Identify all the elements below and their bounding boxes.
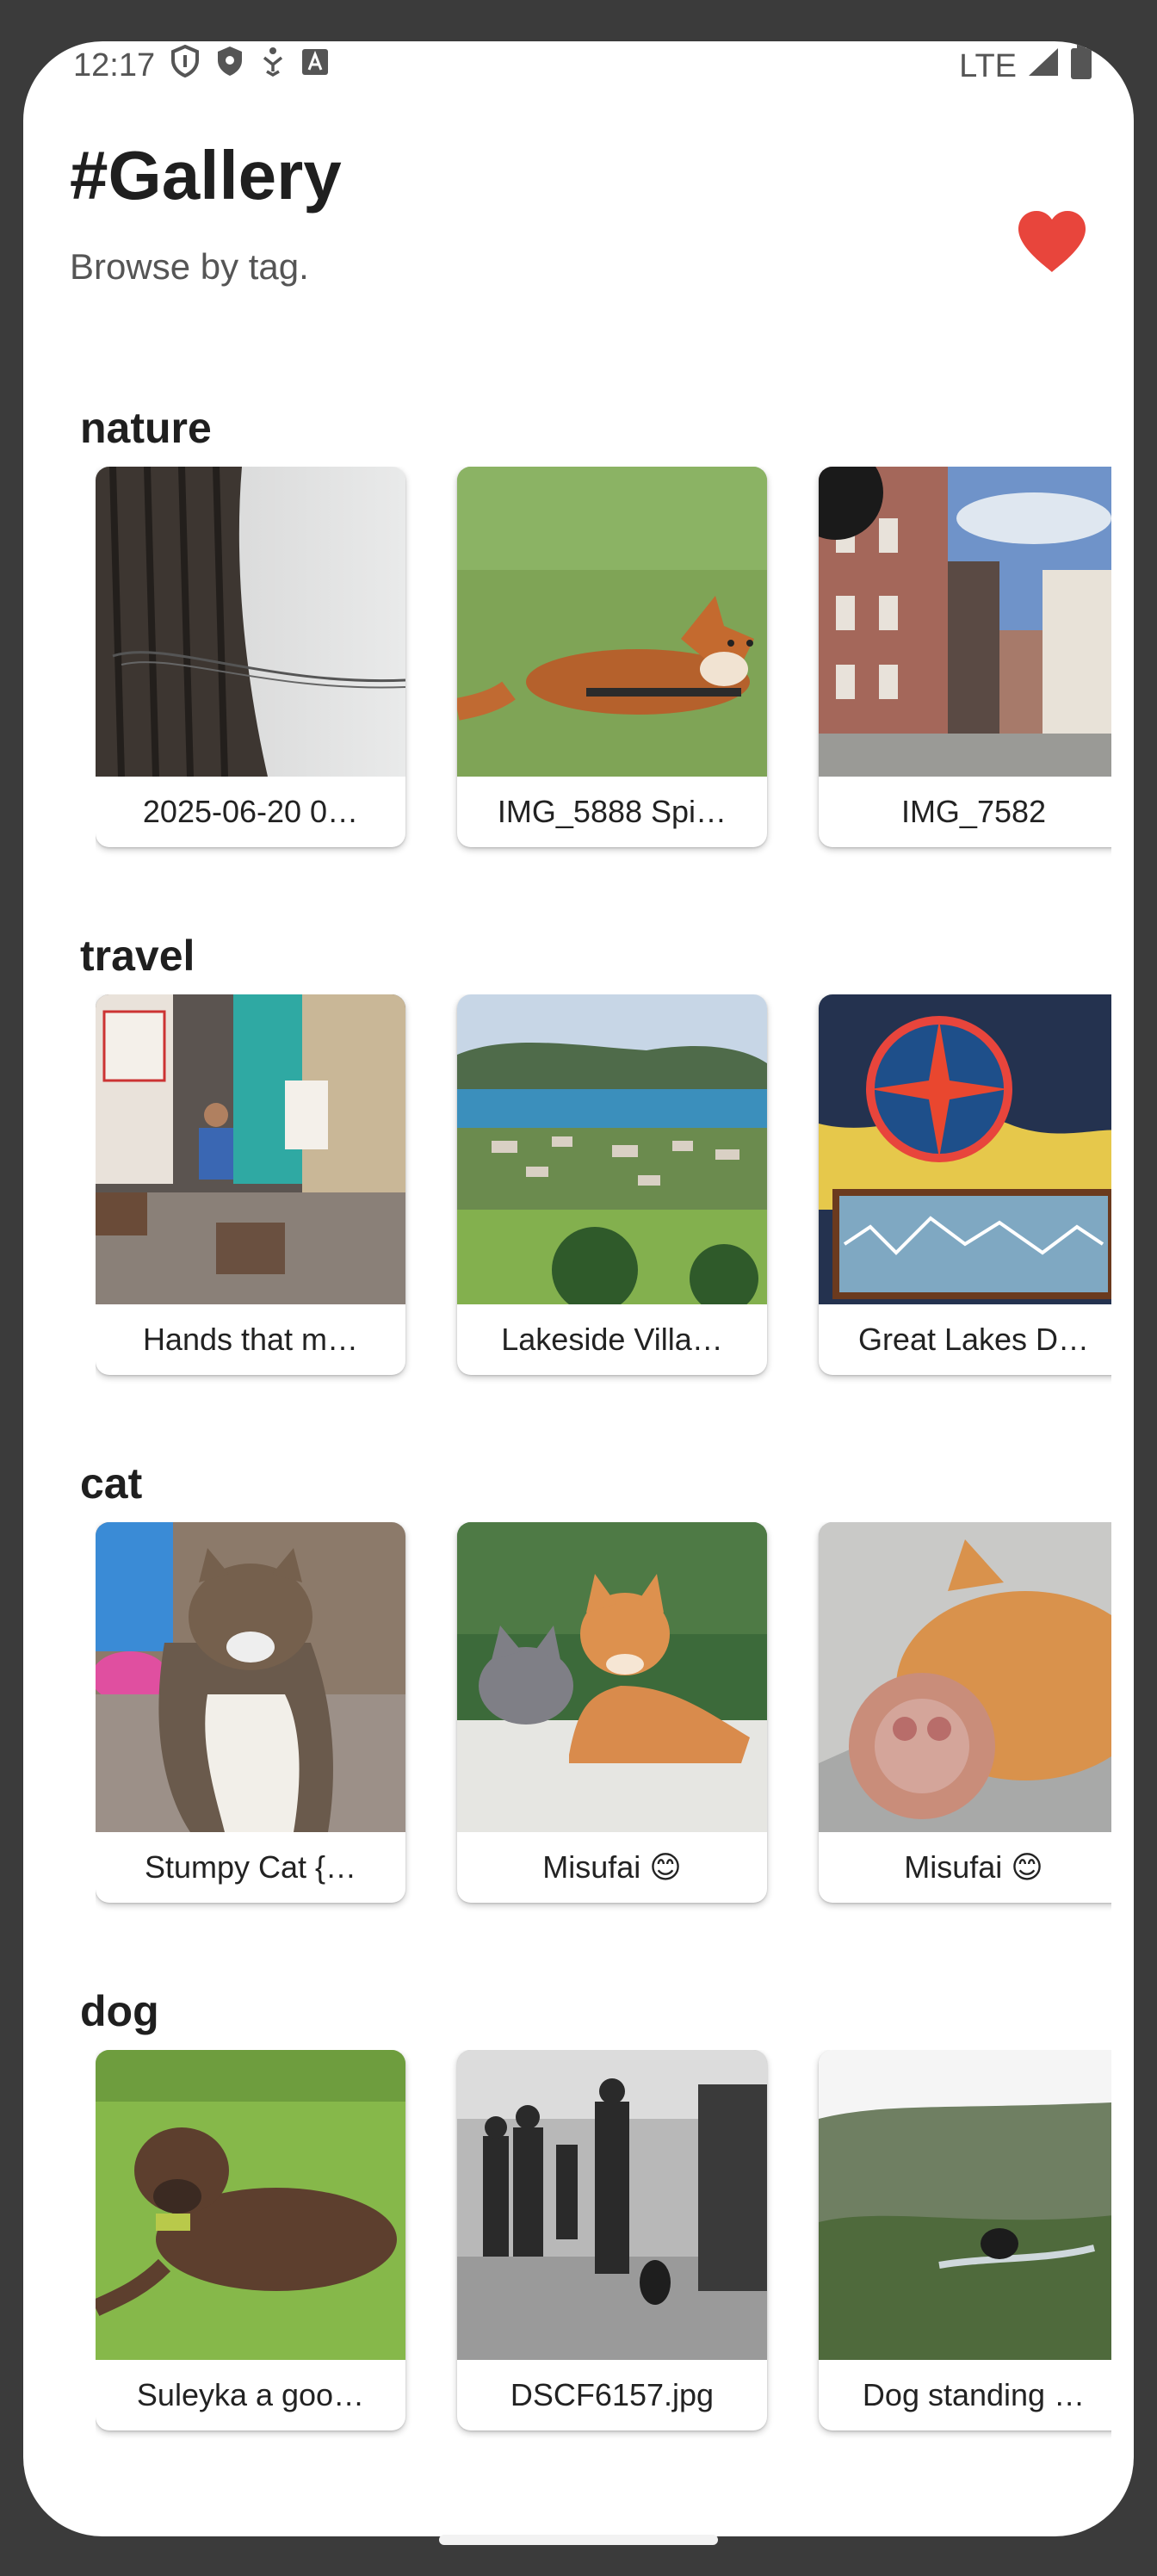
- photo-card[interactable]: 2025-06-20 0…: [96, 467, 405, 847]
- photo-card[interactable]: DSCF6157.jpg: [457, 2050, 767, 2430]
- photo-card[interactable]: IMG_7582: [819, 467, 1111, 847]
- page-subtitle: Browse by tag.: [70, 246, 309, 287]
- photo-card[interactable]: Misufai 😊: [819, 1522, 1111, 1903]
- photo-thumbnail: [819, 994, 1111, 1304]
- photo-caption: Great Lakes D…: [857, 1322, 1090, 1357]
- photo-caption: Stumpy Cat {…: [144, 1849, 357, 1885]
- photo-card[interactable]: Great Lakes D…: [819, 994, 1111, 1375]
- app-screen: 12:17 LTE #Gallery Browse by tag. nature…: [23, 41, 1134, 2536]
- photo-thumbnail: [96, 2050, 405, 2360]
- card-row[interactable]: Hands that m… Lakeside Villa… Great Lake…: [96, 994, 1111, 1390]
- photo-thumbnail: [457, 994, 767, 1304]
- photo-caption: Suleyka a goo…: [136, 2377, 365, 2412]
- photo-caption: Misufai 😊: [904, 1849, 1043, 1885]
- photo-card[interactable]: Suleyka a goo…: [96, 2050, 405, 2430]
- heart-icon: [1017, 210, 1087, 278]
- photo-card[interactable]: Stumpy Cat {…: [96, 1522, 405, 1903]
- photo-caption: 2025-06-20 0…: [142, 794, 359, 829]
- accessibility-icon: [260, 46, 286, 85]
- shield-filled-icon: [215, 45, 244, 86]
- section-title: dog: [80, 1987, 159, 2035]
- status-time: 12:17: [73, 46, 156, 84]
- photo-card[interactable]: Dog standing …: [819, 2050, 1111, 2430]
- status-bar: 12:17 LTE: [23, 41, 1134, 93]
- photo-caption: Dog standing …: [862, 2377, 1086, 2412]
- photo-thumbnail: [819, 2050, 1111, 2360]
- photo-caption: DSCF6157.jpg: [510, 2377, 715, 2412]
- photo-card[interactable]: Hands that m…: [96, 994, 405, 1375]
- photo-thumbnail: [819, 1522, 1111, 1832]
- photo-card[interactable]: Lakeside Villa…: [457, 994, 767, 1375]
- photo-thumbnail: [819, 467, 1111, 777]
- home-indicator[interactable]: [439, 2535, 718, 2545]
- photo-caption: Lakeside Villa…: [501, 1322, 723, 1357]
- shield-icon: [170, 44, 200, 86]
- card-row[interactable]: 2025-06-20 0… IMG_5888 Spi… IMG_7582: [96, 467, 1111, 863]
- photo-card[interactable]: Misufai 😊: [457, 1522, 767, 1903]
- section-title: travel: [80, 932, 195, 980]
- photo-thumbnail: [96, 467, 405, 777]
- card-row[interactable]: Suleyka a goo… DSCF6157.jpg Dog standing…: [96, 2050, 1111, 2446]
- page-title: #Gallery: [70, 137, 342, 214]
- signal-icon: [1027, 46, 1060, 86]
- photo-caption: Hands that m…: [142, 1322, 359, 1357]
- photo-caption: IMG_5888 Spi…: [497, 794, 727, 829]
- battery-icon: [1070, 45, 1092, 88]
- favorites-button[interactable]: [1013, 205, 1091, 282]
- photo-caption: IMG_7582: [900, 794, 1047, 829]
- photo-thumbnail: [96, 994, 405, 1304]
- network-type: LTE: [959, 47, 1017, 84]
- photo-thumbnail: [457, 1522, 767, 1832]
- photo-card[interactable]: IMG_5888 Spi…: [457, 467, 767, 847]
- photo-thumbnail: [96, 1522, 405, 1832]
- photo-caption: Misufai 😊: [542, 1849, 682, 1885]
- section-title: nature: [80, 404, 212, 452]
- a-icon: [301, 47, 329, 84]
- section-title: cat: [80, 1459, 143, 1508]
- photo-thumbnail: [457, 467, 767, 777]
- card-row[interactable]: Stumpy Cat {… Misufai 😊 Misufai 😊: [96, 1522, 1111, 1918]
- photo-thumbnail: [457, 2050, 767, 2360]
